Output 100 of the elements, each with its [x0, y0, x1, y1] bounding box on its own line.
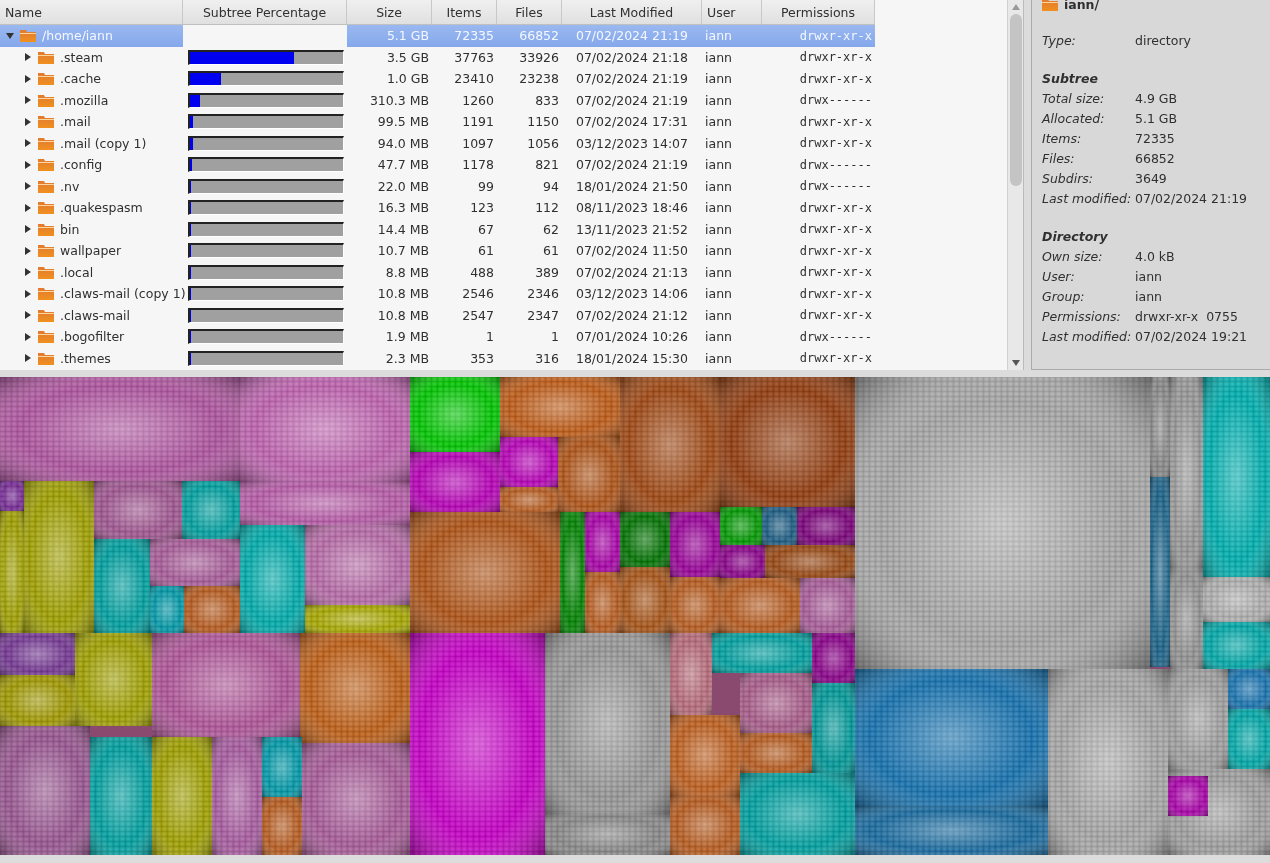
- tree-row[interactable]: .nv 22.0 MB 99 94 18/01/2024 21:50 iann drwx------: [0, 175, 875, 197]
- folder-icon: [38, 287, 54, 301]
- scrollbar-thumb[interactable]: [1009, 14, 1022, 186]
- expand-arrow-icon[interactable]: [24, 74, 32, 83]
- table-cell: 2346: [527, 286, 559, 302]
- folder-icon: [38, 115, 54, 129]
- expand-arrow-icon[interactable]: [24, 289, 32, 298]
- section-heading: Directory: [1042, 228, 1108, 244]
- tree-row[interactable]: wallpaper 10.7 MB 61 61 07/02/2024 11:50 iann drwxr-xr-x: [0, 240, 875, 262]
- table-cell: 72335: [454, 28, 494, 44]
- scrollbar[interactable]: [1007, 0, 1023, 370]
- table-cell: iann: [705, 178, 732, 194]
- expand-arrow-icon[interactable]: [24, 53, 32, 62]
- column-header[interactable]: Size: [347, 0, 432, 24]
- folder-name: bin: [60, 221, 80, 237]
- table-cell: drwx------: [799, 93, 872, 108]
- expand-arrow-icon[interactable]: [24, 332, 32, 341]
- folder-name: /home/iann: [42, 28, 113, 44]
- tree-row[interactable]: .cache 1.0 GB 23410 23238 07/02/2024 21:19 iann drwxr-xr-x: [0, 68, 875, 90]
- folder-name: .mail: [60, 114, 91, 130]
- folder-icon: [38, 351, 54, 365]
- expand-arrow-icon[interactable]: [24, 268, 32, 277]
- tree-row[interactable]: .claws-mail 10.8 MB 2547 2347 07/02/2024 21:12 iann drwxr-xr-x: [0, 304, 875, 326]
- folder-name: .mozilla: [60, 92, 109, 108]
- table-cell: 07/02/2024 17:31: [575, 114, 688, 130]
- table-cell: 33926: [519, 49, 559, 65]
- folder-name: .local: [60, 264, 94, 280]
- tree-row[interactable]: .bogofilter 1.9 MB 1 1 07/01/2024 10:26 iann drwx------: [0, 326, 875, 348]
- field-value: directory: [1135, 32, 1192, 48]
- expand-arrow-icon[interactable]: [24, 96, 32, 105]
- table-cell: iann: [705, 71, 732, 87]
- folder-icon: [38, 158, 54, 172]
- column-header[interactable]: Items: [432, 0, 497, 24]
- table-cell: 99: [478, 178, 494, 194]
- field-label: Type:: [1042, 32, 1077, 48]
- field-label: Permissions:: [1042, 308, 1122, 324]
- column-header[interactable]: Last Modified: [562, 0, 702, 24]
- tree-row[interactable]: .quakespasm 16.3 MB 123 112 08/11/2023 18:46 iann drwxr-xr-x: [0, 197, 875, 219]
- field-value: drwxr-xr-x 0755: [1135, 308, 1239, 324]
- field-label: Group:: [1042, 288, 1086, 304]
- folder-name: .claws-mail (copy 1): [60, 286, 186, 302]
- table-cell: 07/02/2024 11:50: [575, 243, 688, 259]
- table-cell: 10.8 MB: [377, 286, 429, 302]
- table-cell: 112: [535, 200, 559, 216]
- tree-row[interactable]: .config 47.7 MB 1178 821 07/02/2024 21:19 iann drwx------: [0, 154, 875, 176]
- tree-row[interactable]: .local 8.8 MB 488 389 07/02/2024 21:13 iann drwxr-xr-x: [0, 261, 875, 283]
- tree-row[interactable]: bin 14.4 MB 67 62 13/11/2023 21:52 iann drwxr-xr-x: [0, 218, 875, 240]
- tree-row[interactable]: .mozilla 310.3 MB 1260 833 07/02/2024 21:19 iann drwx------: [0, 89, 875, 111]
- expand-arrow-icon[interactable]: [24, 160, 32, 169]
- table-cell: 821: [535, 157, 559, 173]
- table-cell: 3.5 GB: [386, 49, 429, 65]
- column-header[interactable]: Name: [0, 0, 183, 24]
- folder-name: .quakespasm: [60, 200, 143, 216]
- tree-row[interactable]: .mail (copy 1) 94.0 MB 1097 1056 03/12/2023 14:07 iann drwxr-xr-x: [0, 132, 875, 154]
- table-cell: 14.4 MB: [377, 221, 429, 237]
- folder-name: .themes: [60, 350, 111, 366]
- table-cell: drwxr-xr-x: [799, 200, 872, 215]
- table-cell: 18/01/2024 21:50: [575, 178, 688, 194]
- expand-arrow-icon[interactable]: [24, 225, 32, 234]
- column-header[interactable]: Subtree Percentage: [183, 0, 347, 24]
- expand-arrow-icon[interactable]: [24, 117, 32, 126]
- table-cell: 07/02/2024 21:12: [575, 307, 688, 323]
- expand-arrow-icon[interactable]: [24, 311, 32, 320]
- folder-icon: [38, 179, 54, 193]
- column-header[interactable]: User: [702, 0, 762, 24]
- expand-arrow-icon[interactable]: [24, 182, 32, 191]
- folder-name: .claws-mail: [60, 307, 130, 323]
- table-cell: 08/11/2023 18:46: [575, 200, 688, 216]
- expand-arrow-icon[interactable]: [24, 139, 32, 148]
- field-label: User:: [1042, 268, 1076, 284]
- table-cell: 1191: [462, 114, 494, 130]
- tree-row[interactable]: .themes 2.3 MB 353 316 18/01/2024 15:30 iann drwxr-xr-x: [0, 347, 875, 369]
- tree-row[interactable]: .steam 3.5 GB 37763 33926 07/02/2024 21:18 iann drwxr-xr-x: [0, 46, 875, 68]
- tree-row[interactable]: .mail 99.5 MB 1191 1150 07/02/2024 17:31 iann drwxr-xr-x: [0, 111, 875, 133]
- expand-arrow-icon[interactable]: [24, 246, 32, 255]
- expand-arrow-icon[interactable]: [24, 203, 32, 212]
- table-cell: 310.3 MB: [369, 92, 429, 108]
- field-value: 07/02/2024 21:19: [1135, 190, 1249, 206]
- table-cell: drwxr-xr-x: [799, 243, 872, 258]
- folder-icon: [20, 29, 36, 43]
- tree-row[interactable]: .claws-mail (copy 1) 10.8 MB 2546 2346 03/12/2023 14:06 iann drwxr-xr-x: [0, 283, 875, 305]
- field-label: Last modified:: [1042, 190, 1133, 206]
- column-header[interactable]: Permissions: [762, 0, 875, 24]
- field-value: 07/02/2024 19:21: [1135, 328, 1249, 344]
- field-label: Files:: [1042, 150, 1076, 166]
- scroll-down-icon[interactable]: [1011, 360, 1020, 366]
- table-cell: 2547: [462, 307, 494, 323]
- treemap-drawing[interactable]: [0, 377, 1270, 855]
- folder-name: .steam: [60, 49, 103, 65]
- table-cell: 1.9 MB: [385, 329, 429, 345]
- expand-arrow-icon[interactable]: [24, 354, 32, 363]
- column-header[interactable]: Files: [497, 0, 562, 24]
- table-cell: iann: [705, 307, 732, 323]
- table-cell: drwxr-xr-x: [799, 28, 872, 43]
- table-cell: 1097: [462, 135, 494, 151]
- expand-arrow-icon[interactable]: [6, 31, 14, 40]
- table-cell: 07/02/2024 21:19: [575, 92, 688, 108]
- folder-icon: [38, 72, 54, 86]
- field-value: 4.9 GB: [1135, 90, 1179, 106]
- field-value: 72335: [1135, 130, 1176, 146]
